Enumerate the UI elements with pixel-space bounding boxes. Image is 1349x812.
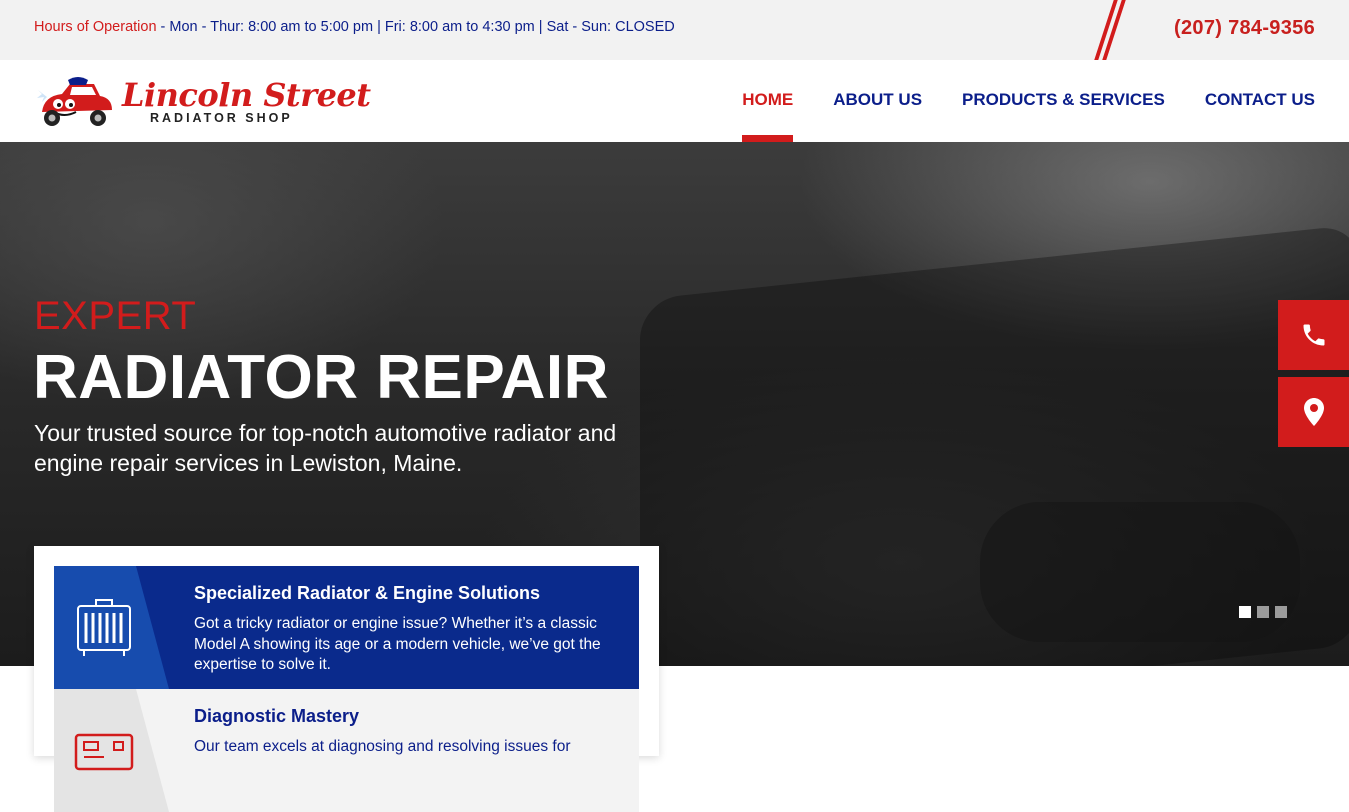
diagnostic-icon <box>74 733 134 771</box>
nav-home[interactable]: HOME <box>742 60 794 142</box>
phone-icon <box>1303 324 1324 346</box>
services-card: Specialized Radiator & Engine Solutions … <box>34 546 659 812</box>
nav-products-services[interactable]: PRODUCTS & SERVICES <box>962 60 1165 142</box>
call-button[interactable] <box>1278 300 1349 370</box>
slider-pagination <box>1239 606 1287 618</box>
hours-of-operation: Hours of Operation - Mon - Thur: 8:00 am… <box>34 19 675 35</box>
slider-dot-3[interactable] <box>1275 606 1287 618</box>
main-header: Lincoln Street RADIATOR SHOP HOME ABOUT … <box>0 60 1349 142</box>
service-title: Diagnostic Mastery <box>194 706 360 726</box>
hero-background-detail <box>980 502 1300 642</box>
service-description: Our team excels at diagnosing and resolv… <box>194 738 571 755</box>
hero-title: RADIATOR REPAIR <box>33 343 609 412</box>
nav-contact-us[interactable]: CONTACT US <box>1205 60 1315 142</box>
hero-eyebrow: EXPERT <box>34 294 197 338</box>
car-mascot-icon <box>37 77 112 126</box>
service-item-diagnostic[interactable]: Diagnostic Mastery Our team excels at di… <box>54 689 639 812</box>
slider-dot-1[interactable] <box>1239 606 1251 618</box>
map-pin-icon <box>1303 398 1324 426</box>
radiator-icon <box>77 599 131 656</box>
service-item-radiator-engine[interactable]: Specialized Radiator & Engine Solutions … <box>54 566 639 689</box>
brand-tagline: RADIATOR SHOP <box>150 111 293 125</box>
service-title: Specialized Radiator & Engine Solutions <box>194 583 541 603</box>
slider-dot-2[interactable] <box>1257 606 1269 618</box>
hero-description: Your trusted source for top-notch automo… <box>34 420 617 476</box>
location-button[interactable] <box>1278 377 1349 447</box>
main-navigation: HOME ABOUT US PRODUCTS & SERVICES CONTAC… <box>742 60 1315 142</box>
nav-about-us[interactable]: ABOUT US <box>833 60 922 142</box>
hours-label: Hours of Operation <box>34 19 157 35</box>
top-bar: Hours of Operation - Mon - Thur: 8:00 am… <box>0 0 1349 60</box>
site-logo[interactable]: Lincoln Street RADIATOR SHOP <box>32 76 371 128</box>
hours-text: - Mon - Thur: 8:00 am to 5:00 pm | Fri: … <box>156 19 675 35</box>
brand-name: Lincoln Street <box>122 76 371 114</box>
service-description: Got a tricky radiator or engine issue? W… <box>194 615 601 673</box>
phone-number-link[interactable]: (207) 784-9356 <box>1174 17 1315 40</box>
